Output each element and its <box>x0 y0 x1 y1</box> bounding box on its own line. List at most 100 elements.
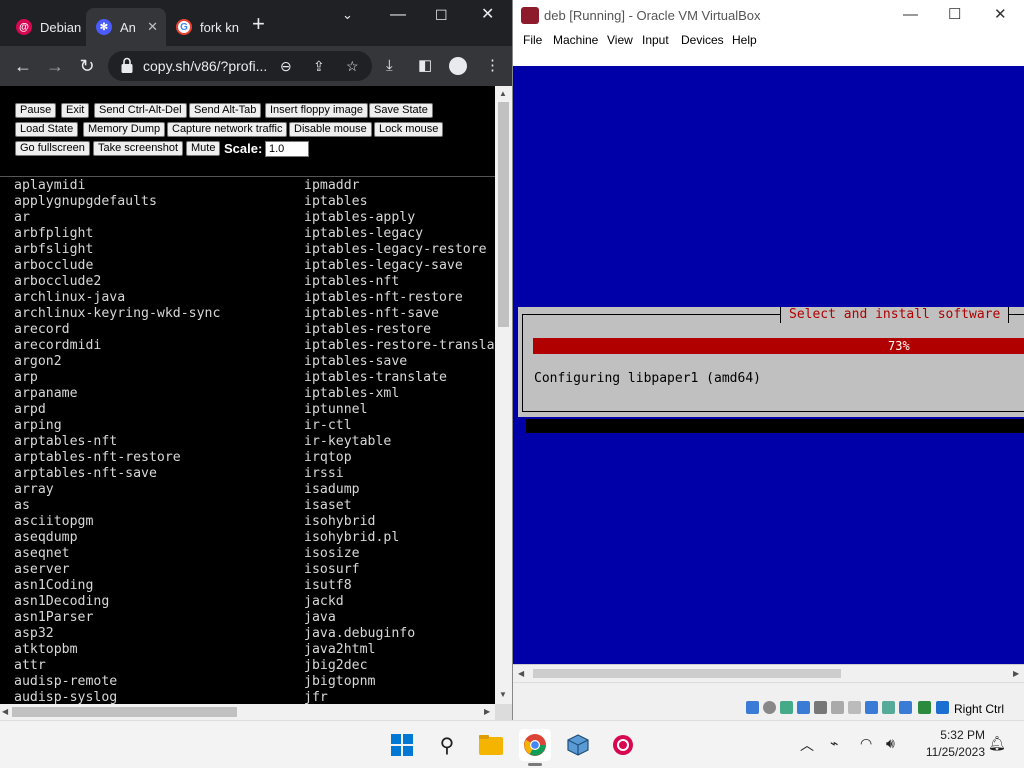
tab-search-chevron-icon[interactable]: ⌄ <box>342 4 353 26</box>
bookmark-star-icon[interactable]: ☆ <box>346 57 359 75</box>
tab-debian[interactable]: @ Debian <box>6 8 86 46</box>
zoom-icon[interactable]: ⊖ <box>280 57 292 75</box>
take-screenshot-button[interactable]: Take screenshot <box>93 141 184 156</box>
scroll-right-arrow-icon[interactable]: ▶ <box>484 707 490 716</box>
audio-icon[interactable] <box>780 701 793 714</box>
scroll-left-arrow-icon[interactable]: ◀ <box>518 669 524 678</box>
network-icon[interactable] <box>797 701 810 714</box>
close-tab-icon[interactable]: ✕ <box>147 19 158 35</box>
chrome-app-icon[interactable] <box>519 729 551 761</box>
shared-folders-icon[interactable] <box>831 701 844 714</box>
maximize-button[interactable]: ☐ <box>435 4 448 26</box>
minimize-button[interactable]: — <box>390 4 406 26</box>
capture-network-button[interactable]: Capture network traffic <box>167 122 288 137</box>
url-text[interactable]: copy.sh/v86/?profi... <box>143 58 283 74</box>
lock-icon <box>121 57 133 73</box>
scroll-left-arrow-icon[interactable]: ◀ <box>2 707 8 716</box>
back-button[interactable]: ← <box>9 52 37 80</box>
menu-help[interactable]: Help <box>732 33 757 47</box>
terminal-line: iptables-nft-save <box>304 306 439 321</box>
vertical-scrollbar[interactable]: ▲ ▼ <box>495 86 512 704</box>
profile-avatar-icon[interactable] <box>449 57 467 75</box>
terminal-line: asp32 <box>14 626 54 641</box>
usb-icon[interactable] <box>814 701 827 714</box>
dialog-title: Select and install software <box>780 307 1010 323</box>
terminal-line: asn1Decoding <box>14 594 110 609</box>
guest-display[interactable]: Select and install software 73% Configur… <box>513 52 1024 664</box>
clock-time[interactable]: 5:32 PM <box>931 728 985 742</box>
mouse-integration-icon[interactable] <box>918 701 931 714</box>
file-explorer-icon[interactable] <box>475 729 507 761</box>
terminal-line: aplaymidi <box>14 178 86 193</box>
menu-view[interactable]: View <box>607 33 633 47</box>
load-state-button[interactable]: Load State <box>15 122 79 137</box>
close-window-button[interactable]: ✕ <box>994 6 1007 24</box>
scroll-up-arrow-icon[interactable]: ▲ <box>499 89 507 98</box>
tab-v86[interactable]: ✻ An ✕ <box>86 8 166 46</box>
terminal-line: iptables-legacy <box>304 226 424 241</box>
debian-vm-app-icon[interactable] <box>607 729 639 761</box>
recording-icon[interactable] <box>882 701 895 714</box>
disable-mouse-button[interactable]: Disable mouse <box>289 122 372 137</box>
scale-input[interactable]: 1.0 <box>265 141 309 157</box>
hard-disk-icon[interactable] <box>746 701 759 714</box>
terminal-line: attr <box>14 658 46 673</box>
close-window-button[interactable]: ✕ <box>481 4 494 26</box>
progress-percent: 73% <box>888 339 910 353</box>
minimize-button[interactable]: — <box>903 6 918 24</box>
volume-tray-icon[interactable]: 🔊︎ <box>886 735 895 752</box>
scrollbar-thumb[interactable] <box>498 102 509 327</box>
window-title: deb [Running] - Oracle VM VirtualBox <box>544 8 761 23</box>
menu-dots-icon[interactable]: ⋮ <box>485 56 500 76</box>
host-key-icon[interactable] <box>936 701 949 714</box>
start-button[interactable] <box>386 729 418 761</box>
send-ctrl-alt-del-button[interactable]: Send Ctrl-Alt-Del <box>94 103 187 118</box>
terminal-line: isosize <box>304 546 360 561</box>
exit-button[interactable]: Exit <box>61 103 90 118</box>
forward-button[interactable]: → <box>41 52 69 80</box>
menu-input[interactable]: Input <box>642 33 669 47</box>
notifications-bell-icon[interactable]: 🔔︎ <box>988 735 1006 752</box>
reload-button[interactable]: ↻ <box>73 52 101 80</box>
page-content: Pause Exit Send Ctrl-Alt-Del Send Alt-Ta… <box>0 86 495 704</box>
terminal-line: asciitopgm <box>14 514 94 529</box>
side-panel-icon[interactable]: ◧ <box>418 56 432 76</box>
memory-dump-button[interactable]: Memory Dump <box>83 122 166 137</box>
guest-horizontal-scrollbar[interactable]: ◀ ▶ <box>513 664 1024 682</box>
emulator-screen[interactable]: aplaymidi applygnupgdefaults ar arbfplight a… <box>14 178 494 704</box>
clock-date[interactable]: 11/25/2023 <box>917 745 985 759</box>
maximize-button[interactable]: ☐ <box>948 6 961 24</box>
scrollbar-thumb[interactable] <box>12 707 237 717</box>
save-state-button[interactable]: Save State <box>369 103 433 118</box>
address-bar[interactable]: copy.sh/v86/?profi... ⊖ ⇪ ☆ <box>108 51 372 81</box>
tab-google[interactable]: G fork kn <box>166 8 246 46</box>
installer-dialog: Select and install software 73% Configur… <box>518 307 1024 417</box>
send-alt-tab-button[interactable]: Send Alt-Tab <box>189 103 262 118</box>
mute-button[interactable]: Mute <box>186 141 221 156</box>
menu-machine[interactable]: Machine <box>553 33 598 47</box>
menu-devices[interactable]: Devices <box>681 33 724 47</box>
download-icon[interactable]: ⤓ <box>386 56 393 76</box>
horizontal-scrollbar[interactable]: ◀ ▶ <box>0 704 495 720</box>
fullscreen-button[interactable]: Go fullscreen <box>15 141 90 156</box>
menu-file[interactable]: File <box>523 33 542 47</box>
wifi-tray-icon[interactable]: ◠ <box>860 735 872 752</box>
new-tab-button[interactable]: + <box>252 12 265 36</box>
scrollbar-thumb[interactable] <box>533 669 841 678</box>
network-tray-icon[interactable]: ⌁ <box>830 735 838 752</box>
virtualbox-app-icon[interactable] <box>562 729 594 761</box>
terminal-line: iptables-xml <box>304 386 400 401</box>
cpu-icon[interactable] <box>899 701 912 714</box>
show-hidden-icons-chevron-icon[interactable]: ︿ <box>800 735 814 755</box>
pause-button[interactable]: Pause <box>15 103 57 118</box>
display-icon[interactable] <box>865 701 878 714</box>
terminal-line: asn1Coding <box>14 578 94 593</box>
drag-drop-icon[interactable] <box>848 701 861 714</box>
insert-floppy-button[interactable]: Insert floppy image <box>265 103 368 118</box>
lock-mouse-button[interactable]: Lock mouse <box>374 122 444 137</box>
optical-drive-icon[interactable] <box>763 701 776 714</box>
search-icon[interactable]: ⚲ <box>431 729 463 761</box>
share-icon[interactable]: ⇪ <box>313 57 325 75</box>
scroll-down-arrow-icon[interactable]: ▼ <box>499 690 507 699</box>
scroll-right-arrow-icon[interactable]: ▶ <box>1013 669 1019 678</box>
